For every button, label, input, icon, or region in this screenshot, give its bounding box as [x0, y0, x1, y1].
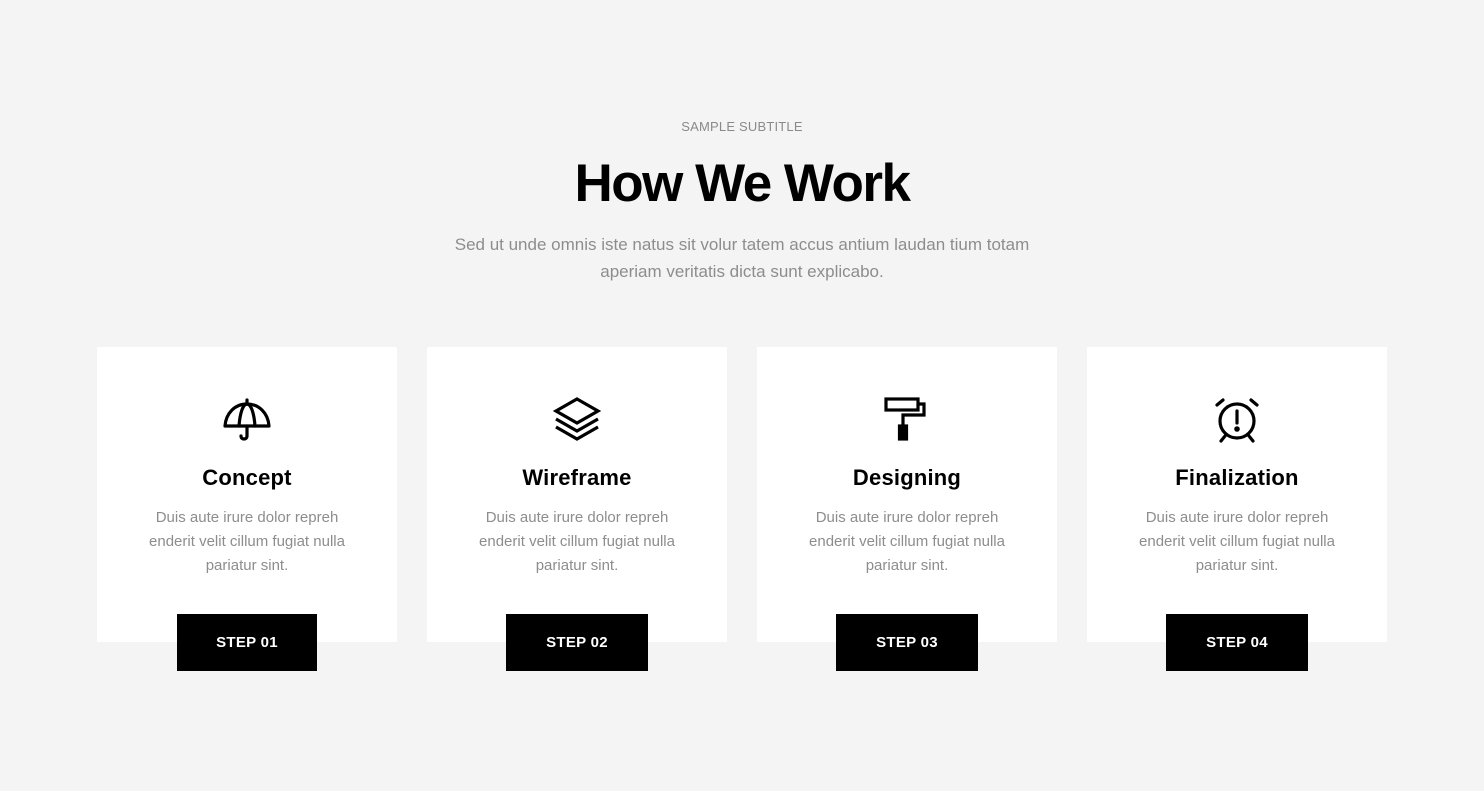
alarm-clock-icon [1211, 396, 1263, 444]
step-card-text: Duis aute irure dolor repreh enderit vel… [809, 509, 1005, 574]
step-card-designing: Designing Duis aute irure dolor repreh e… [757, 347, 1057, 642]
section-subtitle: SAMPLE SUBTITLE [681, 119, 803, 134]
step-card-text: Duis aute irure dolor repreh enderit vel… [149, 509, 345, 574]
step-01-button[interactable]: STEP 01 [177, 614, 317, 671]
step-card-title: Designing [852, 465, 962, 490]
step-02-button[interactable]: STEP 02 [506, 614, 648, 671]
umbrella-icon [221, 396, 273, 444]
layers-icon [551, 396, 603, 444]
step-04-button[interactable]: STEP 04 [1166, 614, 1308, 671]
section-description: Sed ut unde omnis iste natus sit volur t… [454, 235, 1030, 281]
step-card-text: Duis aute irure dolor repreh enderit vel… [479, 509, 675, 574]
how-we-work-section: SAMPLE SUBTITLE How We Work Sed ut unde … [0, 0, 1484, 791]
section-title: How We Work [574, 154, 911, 213]
step-card-text: Duis aute irure dolor repreh enderit vel… [1139, 509, 1335, 574]
step-card-finalization: Finalization Duis aute irure dolor repre… [1087, 347, 1387, 642]
step-card-title: Wireframe [522, 465, 632, 490]
step-card-title: Finalization [1175, 465, 1299, 490]
step-card-wireframe: Wireframe Duis aute irure dolor repreh e… [427, 347, 727, 642]
step-card-concept: Concept Duis aute irure dolor repreh end… [97, 347, 397, 642]
paint-roller-icon [881, 396, 933, 444]
step-03-button[interactable]: STEP 03 [836, 614, 978, 671]
step-card-title: Concept [202, 465, 292, 490]
